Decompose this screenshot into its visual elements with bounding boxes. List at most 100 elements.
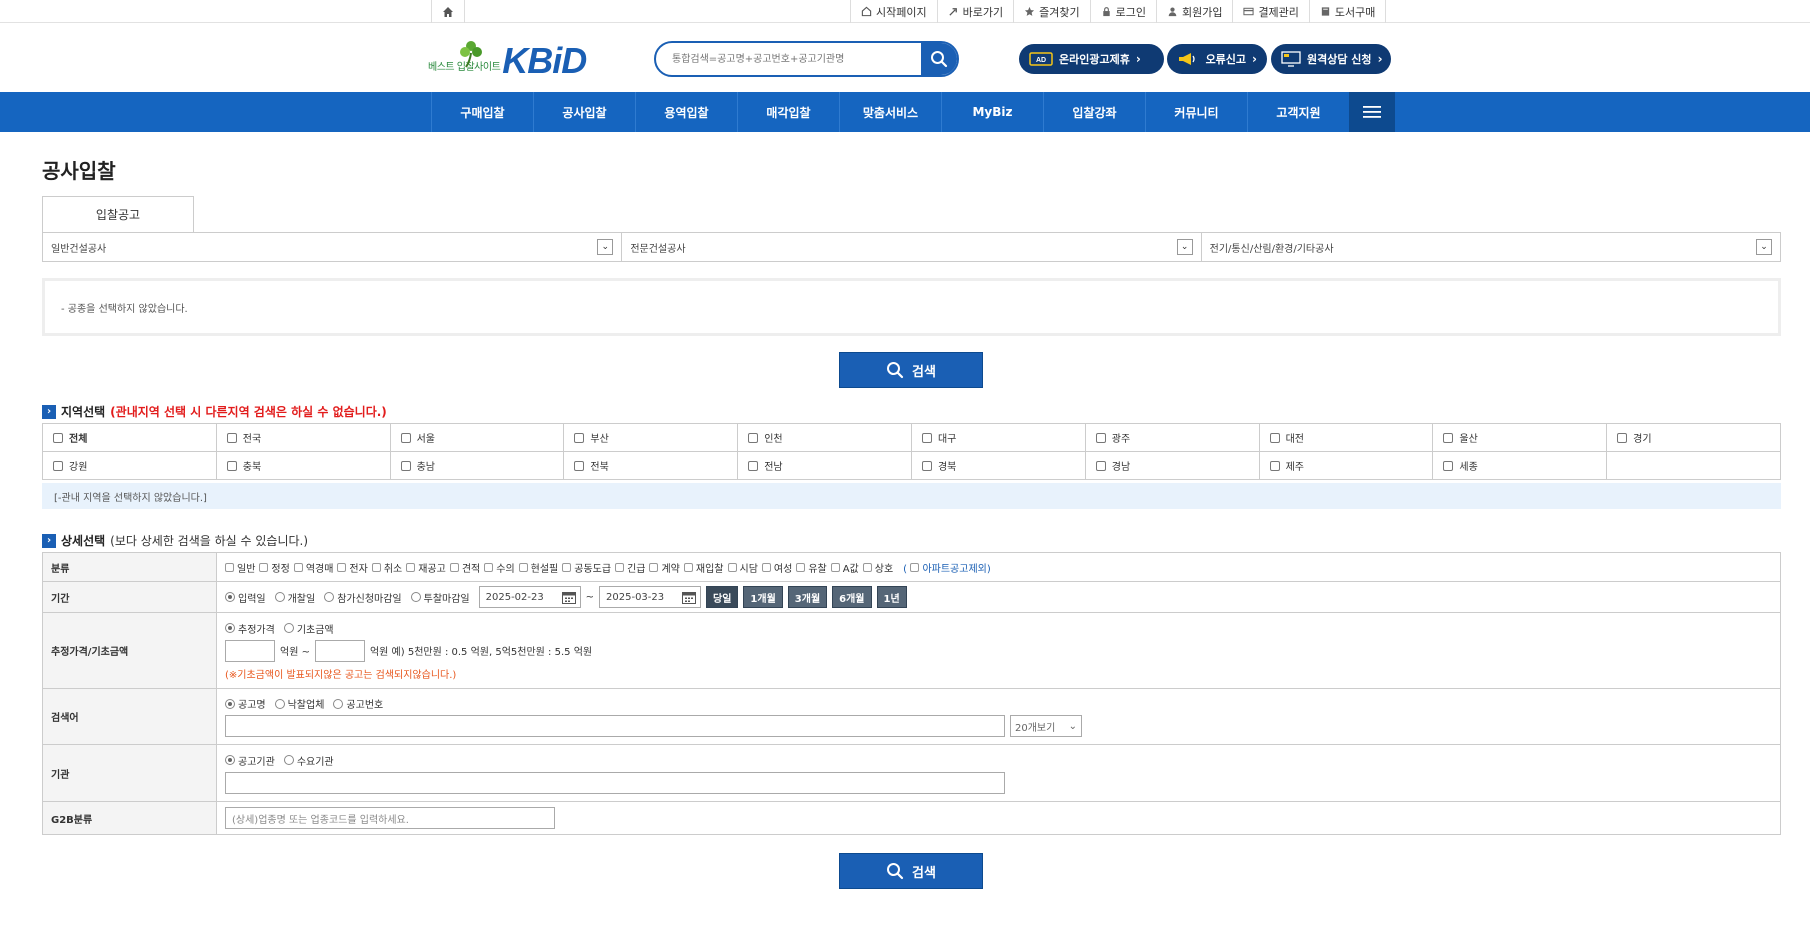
checkbox[interactable] [259,562,269,572]
period-radio-bid-deadline[interactable]: 투찰마감일 [410,590,470,605]
region-gyeongnam[interactable]: 경남 [1086,452,1260,479]
region-daegu[interactable]: 대구 [912,424,1086,451]
checkbox[interactable] [1269,460,1280,471]
region-busan[interactable]: 부산 [564,424,739,451]
util-book-purchase[interactable]: 도서구매 [1308,0,1387,23]
price-radio-estimated[interactable]: 추정가격 [225,621,275,636]
nav-customer-support[interactable]: 고객지원 [1247,92,1349,132]
radio[interactable] [283,623,294,633]
period-1year-button[interactable]: 1년 [876,586,907,608]
search-button-bottom[interactable]: 검색 [839,853,983,889]
g2b-input[interactable]: (상세)업종명 또는 업종코드를 입력하세요. [225,807,555,829]
keyword-input[interactable] [225,715,1005,737]
radio-selected[interactable] [225,755,235,765]
period-3month-button[interactable]: 3개월 [787,586,828,608]
region-chungnam[interactable]: 충남 [391,452,565,479]
util-start-page[interactable]: 시작페이지 [850,0,937,23]
checkbox[interactable] [921,460,932,471]
radio[interactable] [274,698,285,709]
region-jeju[interactable]: 제주 [1260,452,1434,479]
checkbox[interactable] [1617,432,1628,443]
class-option[interactable]: 수의 [484,560,515,575]
nav-custom-service[interactable]: 맞춤서비스 [839,92,941,132]
class-option[interactable]: 상호 [862,560,893,575]
price-radio-base[interactable]: 기초금액 [283,621,334,636]
checkbox[interactable] [727,562,737,572]
class-option[interactable]: 여성 [761,560,792,575]
checkbox[interactable] [910,562,920,572]
agency-radio-notice[interactable]: 공고기관 [225,753,275,768]
region-incheon[interactable]: 인천 [738,424,912,451]
checkbox[interactable] [226,460,237,471]
region-daejeon[interactable]: 대전 [1260,424,1434,451]
util-favorites[interactable]: 즐겨찾기 [1013,0,1089,23]
checkbox[interactable] [518,562,528,572]
checkbox[interactable] [1095,432,1106,443]
checkbox[interactable] [649,562,659,572]
checkbox[interactable] [400,460,411,471]
checkbox[interactable] [1443,460,1454,471]
checkbox[interactable] [337,562,347,572]
category-select-general[interactable]: 일반건설공사 ⌄ [43,233,623,261]
remote-consult-button[interactable]: 원격상담 신청 › [1271,44,1391,74]
class-option[interactable]: 계약 [649,560,680,575]
global-search-input[interactable] [656,43,922,75]
region-jeonbuk[interactable]: 전북 [564,452,739,479]
radio[interactable] [274,592,285,602]
checkbox[interactable] [574,432,585,443]
class-option[interactable]: 취소 [371,560,402,575]
nav-all-menu-button[interactable] [1349,92,1395,132]
nav-community[interactable]: 커뮤니티 [1145,92,1247,132]
nav-purchase-bid[interactable]: 구매입찰 [431,92,533,132]
region-gwangju[interactable]: 광주 [1086,424,1260,451]
class-option[interactable]: 현설필 [518,560,558,575]
keyword-radio-winner[interactable]: 낙찰업체 [274,696,324,711]
class-option[interactable]: 전자 [337,560,368,575]
period-radio-input-date[interactable]: 입력일 [225,590,266,605]
util-shortcut[interactable]: 바로가기 [936,0,1013,23]
checkbox[interactable] [562,562,572,572]
checkbox[interactable] [225,562,234,572]
checkbox[interactable] [683,562,693,572]
region-gyeongbuk[interactable]: 경북 [912,452,1086,479]
region-chungbuk[interactable]: 충북 [217,452,391,479]
nav-bid-lecture[interactable]: 입찰강좌 [1043,92,1145,132]
util-payment[interactable]: 결제관리 [1232,0,1308,23]
radio[interactable] [410,592,421,602]
online-ad-button[interactable]: AD 온라인광고제휴 › [1019,44,1164,74]
region-ulsan[interactable]: 울산 [1433,424,1608,451]
apt-exclude-option[interactable]: ( 아파트공고제외) [903,560,991,575]
radio[interactable] [324,592,335,602]
agency-radio-demand[interactable]: 수요기관 [283,753,334,768]
checkbox[interactable] [796,562,806,572]
error-report-button[interactable]: 오류신고 › [1167,44,1267,74]
page-size-select[interactable]: 20개보기 ⌄ [1010,715,1082,737]
region-jeonnam[interactable]: 전남 [738,452,912,479]
home-button[interactable] [431,0,465,23]
checkbox[interactable] [748,432,759,443]
calendar-icon[interactable] [561,591,576,604]
checkbox[interactable] [574,460,585,471]
checkbox[interactable] [1269,432,1280,443]
search-button-top[interactable]: 검색 [839,352,983,388]
class-option[interactable]: 시담 [727,560,758,575]
checkbox[interactable] [400,432,411,443]
keyword-radio-number[interactable]: 공고번호 [333,696,383,711]
checkbox[interactable] [921,432,932,443]
util-signup[interactable]: 회원가입 [1155,0,1232,23]
date-from-input[interactable]: 2025-02-23 [478,586,581,608]
radio[interactable] [283,755,294,765]
nav-service-bid[interactable]: 용역입찰 [635,92,737,132]
tab-bid-notice[interactable]: 입찰공고 [42,196,194,232]
period-6month-button[interactable]: 6개월 [832,586,872,608]
checkbox[interactable] [53,460,63,471]
checkbox[interactable] [862,562,872,572]
checkbox[interactable] [226,432,237,443]
nav-sale-bid[interactable]: 매각입찰 [737,92,839,132]
checkbox[interactable] [53,432,63,443]
radio-selected[interactable] [225,698,235,709]
agency-input[interactable] [225,771,1005,794]
period-radio-apply-deadline[interactable]: 참가신청마감일 [324,590,402,605]
class-option[interactable]: 일반 [225,560,255,575]
checkbox[interactable] [761,562,771,572]
